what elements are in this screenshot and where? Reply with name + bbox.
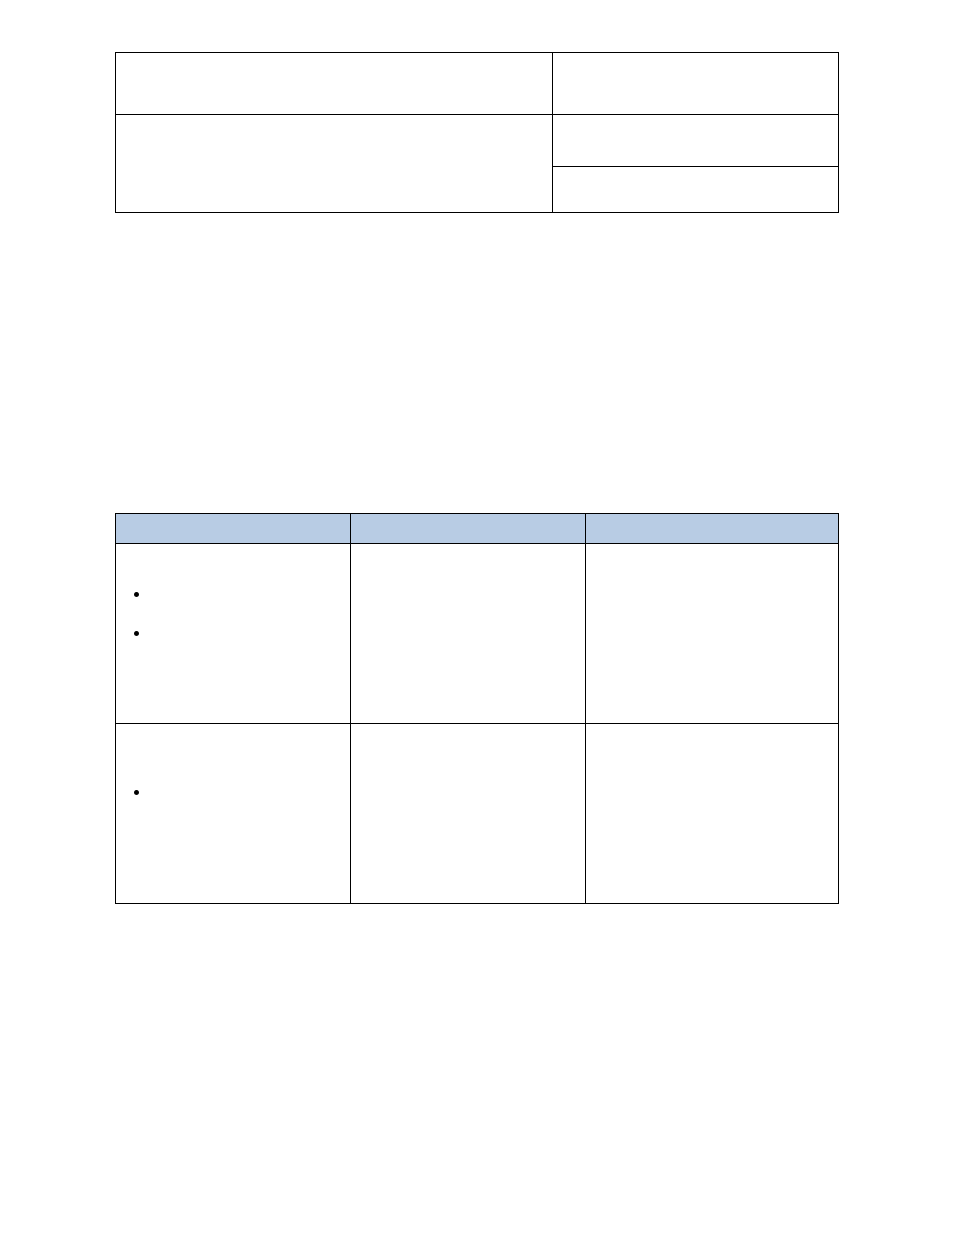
table-row xyxy=(116,724,839,904)
table-header-col1 xyxy=(116,514,351,544)
table-cell-col1 xyxy=(116,544,351,724)
top-table-row2-right-bottom xyxy=(553,167,839,213)
table-cell-col3 xyxy=(585,724,838,904)
top-table-row1-right xyxy=(553,53,839,115)
table-row xyxy=(116,544,839,724)
table-header-col2 xyxy=(350,514,585,544)
table-cell-col2 xyxy=(350,544,585,724)
bottom-table xyxy=(115,513,839,904)
table-header-row xyxy=(116,514,839,544)
top-table xyxy=(115,52,839,213)
table-cell-col3 xyxy=(585,544,838,724)
table-cell-col1 xyxy=(116,724,351,904)
top-table-row2-right-top xyxy=(553,115,839,167)
bullet-icon xyxy=(134,631,139,636)
table-header-col3 xyxy=(585,514,838,544)
bullet-icon xyxy=(134,790,139,795)
table-cell-col2 xyxy=(350,724,585,904)
bullet-icon xyxy=(134,592,139,597)
top-table-row2-left xyxy=(116,115,553,213)
top-table-row1-left xyxy=(116,53,553,115)
